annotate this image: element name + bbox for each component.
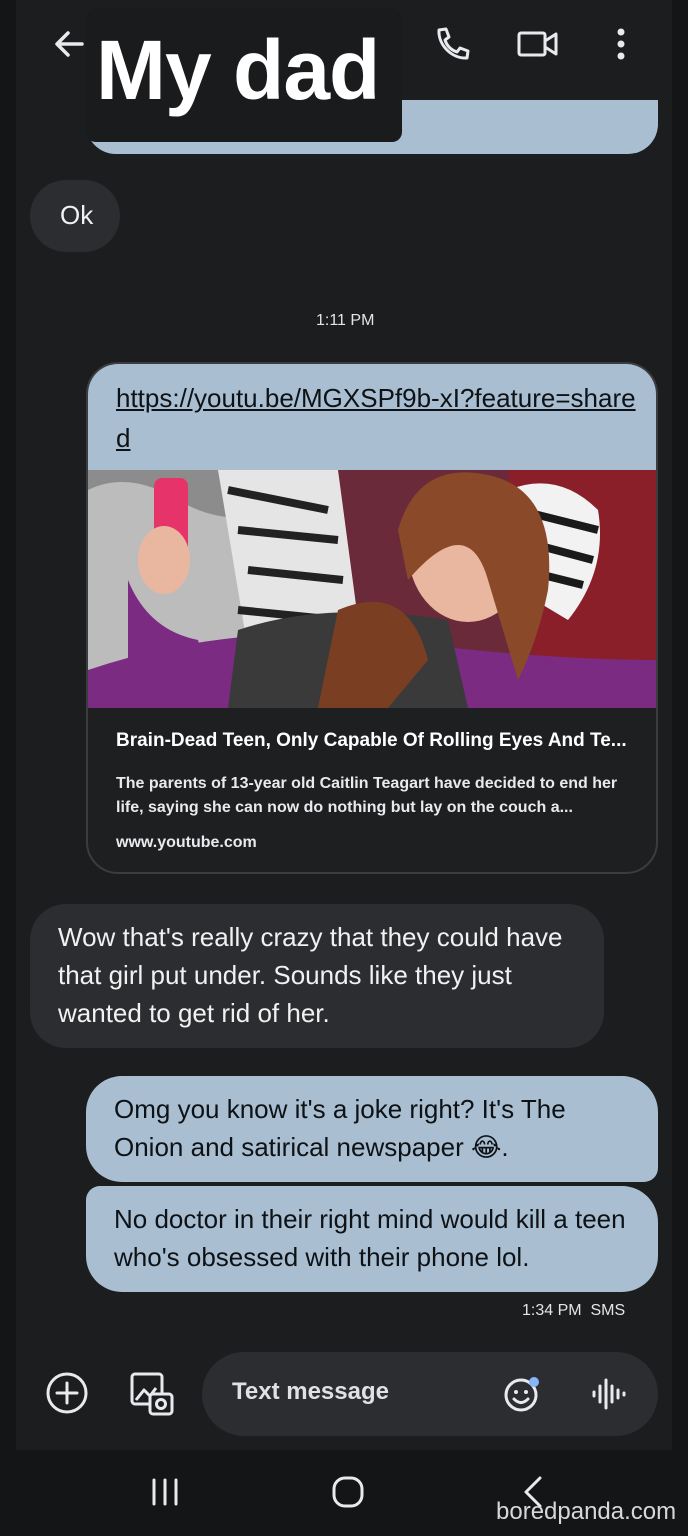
back-button[interactable] — [50, 24, 90, 64]
attach-button[interactable] — [44, 1370, 90, 1416]
link-preview-card[interactable]: https://youtu.be/MGXSPf9b-xI?feature=sha… — [86, 362, 658, 874]
link-preview-domain: www.youtube.com — [116, 834, 257, 851]
voice-icon — [592, 1378, 626, 1410]
video-thumbnail-image[interactable] — [88, 470, 658, 708]
video-camera-icon — [517, 31, 558, 57]
timestamp: 1:11 PM — [316, 312, 375, 329]
message-bubble-incoming[interactable]: Ok — [30, 180, 120, 252]
message-input[interactable]: Text message — [202, 1352, 658, 1436]
message-text: Ok — [60, 200, 94, 230]
emoji-icon — [504, 1377, 539, 1412]
gallery-button[interactable] — [128, 1370, 176, 1418]
message-bubble-incoming[interactable]: Wow that's really crazy that they could … — [30, 904, 604, 1048]
message-input-placeholder: Text message — [232, 1378, 389, 1405]
more-options-button[interactable] — [606, 22, 636, 66]
message-status-timestamp: 1:34 PM SMS — [522, 1302, 626, 1319]
video-call-button[interactable] — [514, 24, 562, 64]
link-preview-description: The parents of 13-year old Caitlin Teaga… — [116, 775, 618, 816]
add-icon — [46, 1372, 88, 1414]
link-bubble-header: https://youtu.be/MGXSPf9b-xI?feature=sha… — [88, 364, 656, 470]
watermark: boredpanda.com — [496, 1498, 677, 1525]
message-bubble-outgoing[interactable]: Omg you know it's a joke right? It's The… — [86, 1076, 658, 1182]
recent-apps-button[interactable] — [150, 1476, 180, 1508]
link-preview-title: Brain-Dead Teen, Only Capable Of Rolling… — [116, 730, 627, 751]
phone-icon — [437, 27, 470, 60]
back-arrow-icon — [55, 31, 84, 57]
emoji-button[interactable] — [502, 1374, 542, 1414]
message-text: Omg you know it's a joke right? It's The… — [114, 1094, 566, 1162]
message-text: Wow that's really crazy that they could … — [58, 922, 563, 1028]
more-vert-icon — [617, 28, 625, 60]
home-button[interactable] — [330, 1474, 366, 1510]
recent-apps-icon — [152, 1478, 178, 1506]
home-icon — [332, 1476, 364, 1508]
contact-name: My dad — [96, 23, 380, 117]
gallery-icon — [130, 1372, 174, 1416]
message-text: No doctor in their right mind would kill… — [114, 1204, 626, 1272]
voice-message-button[interactable] — [588, 1374, 628, 1414]
call-button[interactable] — [430, 24, 474, 64]
message-link[interactable]: https://youtu.be/MGXSPf9b-xI?feature=sha… — [116, 378, 636, 458]
message-bubble-outgoing[interactable]: No doctor in their right mind would kill… — [86, 1186, 658, 1292]
